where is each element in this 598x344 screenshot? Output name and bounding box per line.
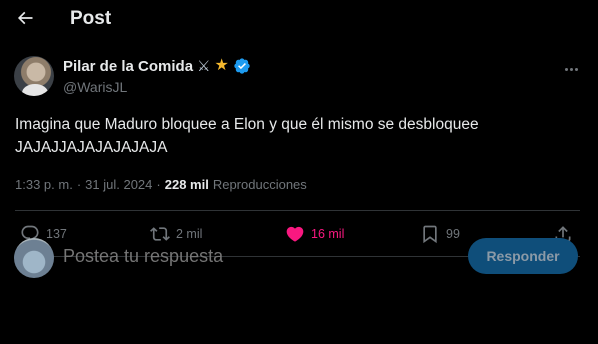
- current-user-avatar[interactable]: [14, 238, 54, 278]
- crossed-swords-icon: ⚔: [197, 57, 211, 75]
- divider: [15, 210, 580, 211]
- views-count[interactable]: 228 mil: [165, 177, 209, 192]
- verified-badge-icon[interactable]: [233, 57, 251, 75]
- author-avatar[interactable]: [14, 56, 54, 96]
- meta-separator: ·: [156, 177, 161, 192]
- post-header: Post: [0, 0, 580, 38]
- more-dot-icon: [564, 67, 568, 71]
- more-dot-icon: [574, 67, 578, 71]
- author-name-row: Pilar de la Comida ⚔ ★: [63, 57, 251, 75]
- page-title: Post: [70, 8, 112, 29]
- more-options-button[interactable]: [561, 62, 581, 76]
- reply-composer: Responder: [0, 238, 580, 298]
- author-handle[interactable]: @WarisJL: [63, 79, 127, 95]
- tweet-text: Imagina que Maduro bloquee a Elon y que …: [15, 113, 570, 159]
- tweet-date[interactable]: 31 jul. 2024: [85, 177, 152, 192]
- tweet-time[interactable]: 1:33 p. m.: [15, 177, 73, 192]
- back-button[interactable]: [14, 7, 36, 29]
- author-display-name[interactable]: Pilar de la Comida: [63, 58, 193, 75]
- reply-input[interactable]: [63, 246, 443, 267]
- scrollbar-track[interactable]: [580, 0, 598, 344]
- views-label: Reproducciones: [212, 177, 307, 192]
- tweet-text-line-1: Imagina que Maduro bloquee a Elon y que …: [15, 116, 479, 133]
- meta-separator: ·: [76, 177, 82, 192]
- responder-button[interactable]: Responder: [468, 238, 578, 274]
- star-icon: ★: [214, 57, 229, 74]
- tweet-meta: 1:33 p. m. · 31 jul. 2024 · 228 mil Repr…: [15, 177, 307, 192]
- tweet-text-line-2: JAJAJJAJAJAJAJAJA: [15, 139, 168, 156]
- more-dot-icon: [569, 67, 573, 71]
- arrow-left-icon: [17, 11, 33, 25]
